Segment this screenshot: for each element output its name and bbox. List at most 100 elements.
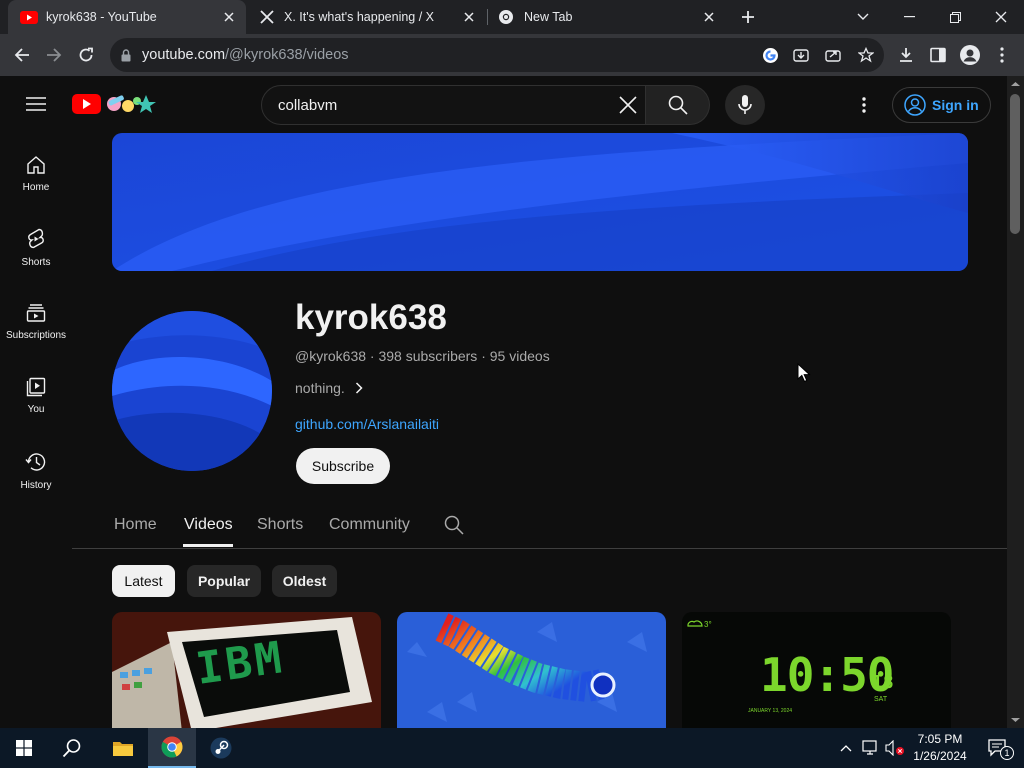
search-box[interactable]: collabvm	[261, 85, 646, 125]
address-bar[interactable]: youtube.com/@kyrok638/videos	[110, 38, 884, 72]
chip-popular[interactable]: Popular	[187, 565, 261, 597]
sidebar-item-history[interactable]: History	[0, 451, 72, 491]
install-app-icon[interactable]	[791, 45, 811, 65]
start-button[interactable]	[0, 728, 48, 768]
chip-latest[interactable]: Latest	[112, 565, 175, 597]
tab-videos[interactable]: Videos	[184, 516, 233, 534]
share-icon[interactable]	[823, 45, 843, 65]
sidebar-item-subscriptions[interactable]: Subscriptions	[0, 303, 72, 341]
clock-date: JANUARY 13, 2024	[748, 708, 793, 714]
active-tab-indicator	[183, 544, 233, 547]
url-text: youtube.com/@kyrok638/videos	[142, 47, 349, 63]
you-icon	[26, 377, 46, 397]
volume-muted-icon	[885, 740, 904, 756]
channel-description[interactable]: nothing.	[295, 380, 363, 396]
bookmark-star-icon[interactable]	[856, 45, 876, 65]
video-thumbnail[interactable]: IBM	[112, 612, 381, 728]
tab-community[interactable]: Community	[329, 516, 410, 534]
channel-link[interactable]: github.com/Arslanailaiti	[295, 416, 439, 432]
search-icon	[62, 739, 81, 758]
settings-menu-button[interactable]	[852, 93, 876, 117]
chrome-favicon-icon	[499, 10, 513, 24]
google-lens-icon[interactable]	[760, 45, 780, 65]
network-icon	[862, 740, 877, 755]
close-tab-icon[interactable]	[220, 8, 238, 26]
close-window-button[interactable]	[978, 0, 1024, 34]
profile-button[interactable]	[954, 39, 986, 71]
scroll-up-arrow-icon	[1011, 82, 1020, 86]
taskbar-file-explorer[interactable]	[99, 728, 147, 768]
tab-search-button[interactable]	[840, 0, 886, 34]
downloads-button[interactable]	[890, 39, 922, 71]
system-clock[interactable]: 7:05 PM 1/26/2024	[905, 731, 975, 765]
close-icon	[619, 96, 637, 114]
account-circle-icon	[904, 94, 926, 116]
clock-seconds: 18	[872, 672, 894, 693]
network-tray-button[interactable]	[860, 728, 882, 768]
avatar-art	[112, 311, 272, 471]
side-panel-button[interactable]	[922, 39, 954, 71]
restore-icon	[949, 11, 961, 23]
search-button[interactable]	[646, 85, 710, 125]
scroll-down-arrow-icon	[1011, 718, 1020, 722]
action-center-button[interactable]: 1	[978, 728, 1018, 768]
close-tab-icon[interactable]	[460, 8, 478, 26]
tab-shorts[interactable]: Shorts	[257, 516, 303, 534]
banner-art	[112, 133, 968, 271]
voice-search-button[interactable]	[725, 85, 765, 125]
minimize-button[interactable]	[886, 0, 932, 34]
search-input[interactable]: collabvm	[278, 97, 337, 114]
volume-tray-button[interactable]	[884, 728, 906, 768]
sidebar-item-home[interactable]: Home	[0, 155, 72, 193]
rainbow-snake-thumbnail	[397, 612, 666, 728]
sidebar-item-label: Shorts	[21, 257, 51, 268]
weather-temp: 3°	[704, 620, 712, 629]
close-tab-icon[interactable]	[700, 8, 718, 26]
reload-button[interactable]	[70, 39, 102, 71]
video-thumbnail[interactable]	[397, 612, 666, 728]
tab-x[interactable]: X. It's what's happening / X	[246, 0, 486, 34]
clear-search-button[interactable]	[618, 95, 638, 115]
scrollbar-thumb[interactable]	[1010, 94, 1020, 234]
video-thumbnail[interactable]: 3° 10:50 18 SAT JANUARY 13, 2024	[682, 612, 951, 728]
mouse-cursor-icon	[797, 363, 811, 383]
restore-button[interactable]	[932, 0, 978, 34]
notification-badge: 1	[1000, 746, 1014, 760]
sidebar-item-label: Home	[22, 182, 50, 193]
subscribe-button[interactable]: Subscribe	[296, 448, 390, 484]
tab-youtube[interactable]: kyrok638 - YouTube	[8, 0, 246, 34]
channel-banner	[112, 133, 968, 271]
new-tab-button[interactable]	[732, 1, 764, 33]
tab-title: X. It's what's happening / X	[284, 10, 434, 24]
taskbar-steam[interactable]	[197, 728, 245, 768]
side-panel-icon	[930, 47, 946, 63]
back-button[interactable]	[6, 39, 38, 71]
tab-new-tab[interactable]: New Tab	[488, 0, 726, 34]
tab-home[interactable]: Home	[114, 516, 157, 534]
chevron-right-icon	[355, 382, 363, 394]
description-text: nothing.	[295, 380, 345, 396]
minimize-icon	[903, 16, 915, 18]
chevron-down-icon	[857, 13, 869, 20]
sidebar-item-you[interactable]: You	[0, 377, 72, 415]
channel-search-button[interactable]	[444, 515, 466, 537]
taskbar-chrome[interactable]	[148, 728, 196, 768]
hamburger-icon	[26, 97, 46, 111]
sign-in-button[interactable]: Sign in	[892, 87, 991, 123]
page-scrollbar[interactable]	[1007, 76, 1024, 728]
history-icon	[25, 453, 46, 471]
microphone-icon	[738, 95, 752, 114]
sidebar-item-shorts[interactable]: Shorts	[0, 228, 72, 268]
search-icon	[444, 515, 464, 535]
clock-time: 7:05 PM	[917, 732, 963, 746]
chip-oldest[interactable]: Oldest	[272, 565, 337, 597]
forward-button[interactable]	[38, 39, 70, 71]
download-icon	[900, 48, 912, 62]
clock-day: SAT	[874, 696, 888, 703]
chrome-icon	[161, 736, 183, 758]
hamburger-menu-button[interactable]	[20, 92, 52, 116]
show-hidden-icons-button[interactable]	[836, 728, 856, 768]
taskbar-search-button[interactable]	[48, 728, 96, 768]
youtube-logo[interactable]	[72, 92, 158, 121]
chrome-menu-button[interactable]	[986, 39, 1018, 71]
